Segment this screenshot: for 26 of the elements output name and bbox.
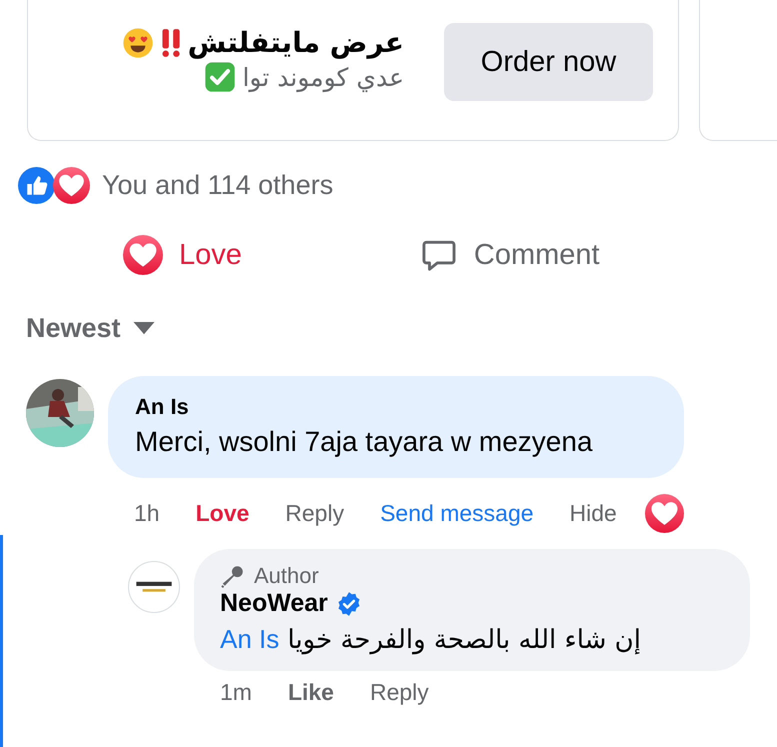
action-link[interactable]: Reply [285,500,344,527]
react-link[interactable]: Love [196,500,250,527]
logo-icon [128,561,180,613]
love-button[interactable]: Love [123,235,242,275]
action-link[interactable]: Hide [570,500,617,527]
like-icon [18,166,55,204]
mention-link[interactable]: An Is [220,624,280,654]
comment-text: Merci, wsolni 7aja tayara w mezyena [135,426,593,458]
sort-dropdown[interactable]: Newest [26,313,155,344]
offer-title: عرض مايتفلتش [188,26,404,59]
caret-icon [132,322,155,336]
heart-eyes-face-icon [122,26,154,58]
reply-author[interactable]: NeoWear [220,589,328,618]
timestamp: 1m [220,679,252,706]
send-message-link[interactable]: Send message [380,500,534,527]
author-label: Author [254,563,319,589]
timestamp: 1h [134,500,160,527]
order-button[interactable]: Order now [444,23,653,101]
offer-subtitle: عدي كوموند توا [242,62,404,92]
double-exclamation-icon [160,28,182,58]
check-mark-icon [204,61,236,93]
reaction-count[interactable]: You and 114 others [102,170,334,200]
comment-author[interactable]: An Is [135,394,189,420]
comment-button[interactable]: Comment [420,235,600,275]
react-link[interactable]: Like [288,679,334,706]
action-link[interactable]: Reply [370,679,429,706]
